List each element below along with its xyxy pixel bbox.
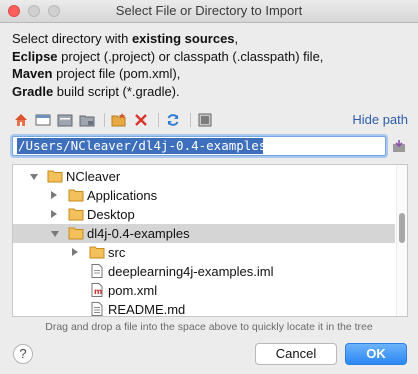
- toolbar-separator: [104, 113, 105, 127]
- folder-icon: [68, 207, 84, 221]
- tree-row-label: NCleaver: [66, 169, 121, 184]
- cancel-button[interactable]: Cancel: [255, 343, 337, 365]
- tree-row[interactable]: README.md: [13, 300, 395, 317]
- expand-arrow-icon[interactable]: [51, 191, 57, 199]
- drag-drop-hint: Drag and drop a file into the space abov…: [45, 321, 373, 333]
- dialog-description: Select directory with existing sources, …: [12, 31, 324, 99]
- hide-path-link[interactable]: Hide path: [352, 112, 408, 127]
- toolbar-separator: [158, 113, 159, 127]
- help-button[interactable]: ?: [13, 344, 33, 364]
- tree-row[interactable]: NCleaver: [13, 167, 395, 186]
- text-file-icon: [89, 302, 105, 316]
- tree-row[interactable]: Applications: [13, 186, 395, 205]
- path-history-icon[interactable]: [391, 138, 407, 154]
- svg-text:m: m: [94, 287, 102, 296]
- desktop-icon[interactable]: [34, 111, 52, 129]
- import-dialog: Select File or Directory to Import Selec…: [0, 0, 418, 374]
- expand-arrow-icon[interactable]: [72, 248, 78, 256]
- collapse-arrow-icon[interactable]: [30, 174, 38, 180]
- file-chooser-toolbar: Hide path: [12, 111, 408, 129]
- project-folder-icon[interactable]: [56, 111, 74, 129]
- tree-row-label: Desktop: [87, 207, 135, 222]
- window-title: Select File or Directory to Import: [115, 3, 303, 18]
- folder-icon: [68, 226, 84, 240]
- maven-file-icon: m: [89, 283, 105, 297]
- collapse-arrow-icon[interactable]: [51, 231, 59, 237]
- toolbar-separator: [190, 113, 191, 127]
- iml-file-icon: [89, 264, 105, 278]
- tree-row-label: src: [108, 245, 126, 260]
- expand-arrow-icon[interactable]: [51, 210, 57, 218]
- tree-row[interactable]: dl4j-0.4-examples: [13, 224, 395, 243]
- home-icon[interactable]: [12, 111, 30, 129]
- tree-row-label: pom.xml: [108, 283, 158, 298]
- tree-scroll-thumb[interactable]: [399, 213, 405, 243]
- tree-row[interactable]: Desktop: [13, 205, 395, 224]
- show-hidden-icon[interactable]: [196, 111, 214, 129]
- ok-button[interactable]: OK: [345, 343, 407, 365]
- folder-icon: [47, 169, 63, 183]
- refresh-icon[interactable]: [164, 111, 182, 129]
- new-folder-icon[interactable]: [110, 111, 128, 129]
- tree-row-label: Applications: [87, 188, 158, 203]
- file-tree[interactable]: NCleaver Applications Desktop dl4j-0.4-exam…: [12, 164, 408, 317]
- folder-icon: [68, 188, 84, 202]
- module-folder-icon[interactable]: [78, 111, 96, 129]
- tree-row-label: dl4j-0.4-examples: [87, 226, 190, 241]
- path-input[interactable]: [16, 138, 383, 154]
- tree-row[interactable]: src: [13, 243, 395, 262]
- tree-row-label: README.md: [108, 302, 186, 317]
- path-field[interactable]: [12, 136, 386, 156]
- tree-row[interactable]: deeplearning4j-examples.iml: [13, 262, 395, 281]
- title-bar: Select File or Directory to Import: [0, 0, 418, 23]
- delete-icon[interactable]: [132, 111, 150, 129]
- tree-row-label: deeplearning4j-examples.iml: [108, 264, 274, 279]
- tree-scrollbar[interactable]: [396, 165, 407, 316]
- folder-icon: [89, 245, 105, 259]
- tree-row[interactable]: m pom.xml: [13, 281, 395, 300]
